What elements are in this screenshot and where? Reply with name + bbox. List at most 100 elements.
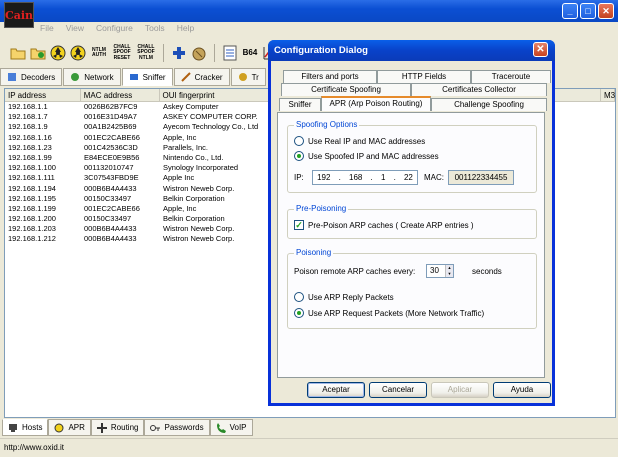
passwords-icon xyxy=(150,424,161,431)
spoofed-ip-field[interactable]: 192. 168. 1. 22 xyxy=(312,170,418,185)
menu-configure[interactable]: Configure xyxy=(96,23,133,37)
poison-interval-stepper[interactable]: 30 ▲ ▼ xyxy=(426,264,454,278)
spoofed-mac-field[interactable]: 001122334455 xyxy=(448,170,514,185)
tab-apr[interactable]: APR xyxy=(48,419,91,436)
dialog-close-button[interactable]: ✕ xyxy=(533,42,548,57)
chall-spoof-reset-button[interactable]: CHALL SPOOF RESET xyxy=(112,43,132,63)
plus-icon[interactable] xyxy=(171,43,187,63)
ip-cell: 192.168.1.199 xyxy=(8,203,56,213)
ip-cell: 192.168.1.7 xyxy=(8,112,48,122)
tab-network-label: Network xyxy=(84,72,114,82)
mac-cell: 0026B62B7FC9 xyxy=(84,102,138,111)
tab-apr-cfg[interactable]: APR (Arp Poison Routing) xyxy=(321,96,431,111)
tab-sniffer[interactable]: Sniffer xyxy=(121,68,173,86)
tab-decoders[interactable]: Decoders xyxy=(0,68,63,86)
checkbox-prepoison-control[interactable]: ✓ xyxy=(294,220,304,230)
radio-real-ip[interactable]: Use Real IP and MAC addresses xyxy=(294,136,425,146)
menu-view[interactable]: View xyxy=(66,23,84,37)
chall-spoof-ntlm-button[interactable]: CHALL SPOOF NTLM xyxy=(136,43,156,63)
radio-spoofed-ip-label: Use Spoofed IP and MAC addresses xyxy=(308,151,439,161)
mac-cell: 000B6B4A4433 xyxy=(84,224,137,234)
radiation-2-icon[interactable] xyxy=(70,43,86,63)
radio-arp-request-control[interactable] xyxy=(294,308,304,318)
ok-button[interactable]: Aceptar xyxy=(307,382,365,398)
apr-panel: Spoofing Options Use Real IP and MAC add… xyxy=(277,112,545,378)
prepoisoning-label: Pre-Poisoning xyxy=(294,204,349,213)
column-mac[interactable]: MAC address xyxy=(81,89,160,101)
ip-cell: 192.168.1.23 xyxy=(8,142,52,152)
radiation-icon[interactable] xyxy=(50,43,66,63)
main-titlebar[interactable]: _ □ ✕ xyxy=(0,0,618,22)
tab-voip[interactable]: VoIP xyxy=(209,419,253,436)
help-button[interactable]: Ayuda xyxy=(493,382,551,398)
close-button[interactable]: ✕ xyxy=(598,3,614,19)
decoders-icon xyxy=(8,73,16,81)
ntlm-auth-button[interactable]: NTLM AUTH xyxy=(90,43,108,63)
tab-hosts[interactable]: Hosts xyxy=(2,419,49,436)
menu-file[interactable]: File xyxy=(40,23,54,37)
tab-traceroute-cfg[interactable]: Traceroute xyxy=(471,70,551,83)
oui-cell: Nintendo Co., Ltd. xyxy=(163,152,224,162)
dialog-tabs-row3: Sniffer APR (Arp Poison Routing) Challen… xyxy=(279,96,547,111)
radio-spoofed-ip-control[interactable] xyxy=(294,151,304,161)
ip-octet-2[interactable]: 168 xyxy=(349,173,362,182)
radio-spoofed-ip[interactable]: Use Spoofed IP and MAC addresses xyxy=(294,151,439,161)
column-oui[interactable]: OUI fingerprint xyxy=(160,89,273,101)
tab-traceroute[interactable]: Tr xyxy=(230,68,266,86)
tab-sniffer-cfg[interactable]: Sniffer xyxy=(279,98,321,111)
apply-button[interactable]: Aplicar xyxy=(431,382,489,398)
cracker-icon[interactable] xyxy=(191,43,207,63)
tab-certificate-spoofing[interactable]: Certificate Spoofing xyxy=(281,83,411,96)
oui-cell: Ayecom Technology Co., Ltd xyxy=(163,122,259,132)
checkbox-prepoison-label: Pre-Poison ARP caches ( Create ARP entri… xyxy=(308,220,474,230)
radio-arp-request[interactable]: Use ARP Request Packets (More Network Tr… xyxy=(294,308,484,318)
maximize-button[interactable]: □ xyxy=(580,3,596,19)
radio-real-ip-control[interactable] xyxy=(294,136,304,146)
mac-cell: E84ECE0E9B56 xyxy=(84,152,140,162)
ip-octet-3[interactable]: 1 xyxy=(381,173,385,182)
tab-cracker-label: Cracker xyxy=(194,72,223,82)
tab-filters-ports[interactable]: Filters and ports xyxy=(283,70,377,83)
tab-routing-label: Routing xyxy=(110,423,139,432)
checkbox-prepoison[interactable]: ✓ Pre-Poison ARP caches ( Create ARP ent… xyxy=(294,220,474,230)
column-ip[interactable]: IP address xyxy=(5,89,81,101)
tab-routing[interactable]: Routing xyxy=(90,419,145,436)
poisoning-group: Poisoning Poison remote ARP caches every… xyxy=(287,248,537,329)
menu-tools[interactable]: Tools xyxy=(145,23,165,37)
cancel-button[interactable]: Cancelar xyxy=(369,382,427,398)
configuration-dialog: Configuration Dialog ✕ Filters and ports… xyxy=(268,40,555,406)
tab-certificates-collector[interactable]: Certificates Collector xyxy=(411,83,547,96)
poison-interval-value[interactable]: 30 xyxy=(430,266,439,275)
tab-network[interactable]: Network xyxy=(63,68,121,86)
radio-arp-reply[interactable]: Use ARP Reply Packets xyxy=(294,292,394,302)
tab-hosts-label: Hosts xyxy=(22,423,43,432)
app-logo: Cain xyxy=(4,2,34,28)
ip-octet-1[interactable]: 192 xyxy=(317,173,330,182)
mac-cell: 001EC2CABE66 xyxy=(84,203,140,213)
tab-challenge-spoofing[interactable]: Challenge Spoofing xyxy=(431,98,547,111)
menu-help[interactable]: Help xyxy=(177,23,194,37)
oui-cell: Apple, Inc xyxy=(163,132,197,142)
column-m3[interactable]: M3 xyxy=(601,89,615,101)
list-icon[interactable] xyxy=(222,43,238,63)
dialog-titlebar[interactable]: Configuration Dialog xyxy=(268,40,555,61)
radio-arp-request-label: Use ARP Request Packets (More Network Tr… xyxy=(308,308,485,318)
folder-add-icon[interactable] xyxy=(30,43,46,63)
spinner-arrows-icon[interactable]: ▲ ▼ xyxy=(445,265,453,277)
tab-passwords[interactable]: Passwords xyxy=(144,419,210,436)
oui-cell: Parallels, Inc. xyxy=(163,142,209,152)
network-icon xyxy=(71,73,80,81)
minimize-button[interactable]: _ xyxy=(562,3,578,19)
dialog-tabs-row1: Filters and ports HTTP Fields Traceroute xyxy=(283,70,551,83)
radio-arp-reply-control[interactable] xyxy=(294,292,304,302)
tab-cracker[interactable]: Cracker xyxy=(173,68,230,86)
apr-icon xyxy=(54,423,64,432)
ip-octet-4[interactable]: 22 xyxy=(404,173,413,182)
tab-http-fields[interactable]: HTTP Fields xyxy=(377,70,471,83)
folder-open-icon[interactable] xyxy=(10,43,26,63)
ip-cell: 192.168.1.111 xyxy=(8,173,55,183)
base64-button[interactable]: B64 xyxy=(242,43,258,63)
cracker-tab-icon xyxy=(180,72,191,82)
mac-cell: 0016E31D49A7 xyxy=(84,112,137,122)
oui-cell: Askey Computer xyxy=(163,102,219,111)
